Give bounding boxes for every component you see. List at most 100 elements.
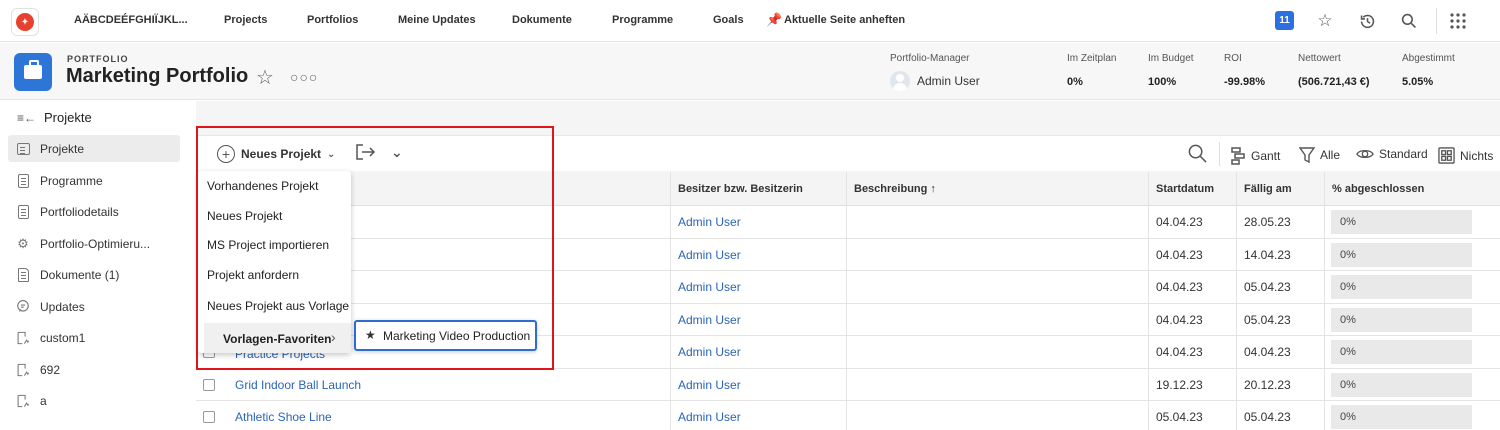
- row-due: 04.04.23: [1244, 345, 1291, 359]
- row-project-name[interactable]: Athletic Shoe Line: [235, 410, 332, 424]
- row-owner[interactable]: Admin User: [678, 345, 741, 359]
- sidebar-item-portfolio-details[interactable]: Portfoliodetails: [8, 198, 180, 225]
- new-project-label: Neues Projekt: [241, 147, 322, 161]
- grouping-icon: [1438, 147, 1455, 164]
- table-row[interactable]: Grid Indoor Ball Launch Admin User 19.12…: [196, 368, 1500, 401]
- row-percent-complete: 0%: [1331, 210, 1472, 234]
- row-owner[interactable]: Admin User: [678, 313, 741, 327]
- column-start-date[interactable]: Startdatum: [1156, 183, 1214, 195]
- row-owner[interactable]: Admin User: [678, 410, 741, 424]
- top-navigation: ✦ AÄBCDEÉFGHIÏJKL... Projects Portfolios…: [0, 0, 1500, 42]
- row-due: 05.04.23: [1244, 280, 1291, 294]
- chevron-down-icon: ⌄: [327, 148, 336, 160]
- row-start: 19.12.23: [1156, 377, 1203, 392]
- pin-current-page[interactable]: Aktuelle Seite anheften: [784, 14, 905, 26]
- column-description[interactable]: Beschreibung ↑: [854, 183, 936, 195]
- sidebar-item-projects[interactable]: Projekte: [8, 135, 180, 162]
- column-due-date[interactable]: Fällig am: [1244, 183, 1292, 195]
- row-percent-complete: 0%: [1331, 275, 1472, 299]
- row-percent-complete: 0%: [1331, 405, 1472, 429]
- sidebar-item-a[interactable]: a: [8, 387, 180, 414]
- manager-name[interactable]: Admin User: [917, 74, 980, 88]
- column-percent-complete[interactable]: % abgeschlossen: [1332, 183, 1424, 195]
- filter-button[interactable]: Alle: [1299, 147, 1340, 163]
- more-options-icon[interactable]: ○○○: [290, 69, 318, 85]
- stat-aligned-label: Abgestimmt: [1402, 53, 1455, 64]
- menu-item-import-ms-project[interactable]: MS Project importieren: [207, 238, 329, 252]
- export-icon: [356, 144, 376, 160]
- table-row[interactable]: Admin User 04.04.23 28.05.23 0%: [196, 206, 1500, 239]
- nav-portfolios[interactable]: Portfolios: [307, 14, 358, 26]
- menu-item-request-project[interactable]: Projekt anfordern: [207, 268, 299, 282]
- project-icon: [16, 141, 30, 157]
- row-project-name[interactable]: Grid Indoor Ball Launch: [235, 378, 361, 392]
- nav-goals[interactable]: Goals: [713, 14, 744, 26]
- stat-on-budget-value: 100%: [1148, 76, 1177, 88]
- sidebar-item-label: Programme: [40, 173, 103, 188]
- nav-my-updates[interactable]: Meine Updates: [398, 14, 476, 26]
- sidebar-item-updates[interactable]: Updates: [8, 293, 180, 320]
- export-button[interactable]: ⌄: [355, 143, 403, 161]
- stat-roi-value: -99.98%: [1224, 76, 1265, 88]
- row-percent-complete: 0%: [1331, 340, 1472, 364]
- sidebar-item-documents[interactable]: Dokumente (1): [8, 261, 180, 288]
- pin-icon: 📌: [766, 12, 783, 27]
- row-owner[interactable]: Admin User: [678, 280, 741, 294]
- favorite-star-icon[interactable]: ☆: [256, 65, 274, 90]
- file-icon: [16, 267, 30, 283]
- row-owner[interactable]: Admin User: [678, 378, 741, 392]
- row-due: 20.12.23: [1244, 377, 1291, 392]
- notification-badge[interactable]: 11: [1275, 11, 1294, 30]
- table-row[interactable]: Admin User 04.04.23 05.04.23 0%: [196, 271, 1500, 304]
- new-project-button[interactable]: + Neues Projekt ⌄: [217, 145, 335, 163]
- stat-net-value-value: (506.721,43 €): [1298, 76, 1370, 88]
- sidebar-item-692[interactable]: 692: [8, 356, 180, 383]
- menu-item-template-favorites[interactable]: Vorlagen-Favoriten ›: [204, 323, 351, 353]
- chevron-right-icon: ›: [331, 329, 336, 345]
- grouping-button[interactable]: Nichts: [1438, 147, 1493, 164]
- nav-projects[interactable]: Projects: [224, 14, 267, 26]
- row-start: 04.04.23: [1156, 215, 1203, 229]
- menu-item-project-from-template[interactable]: Neues Projekt aus Vorlage: [207, 299, 349, 313]
- template-marketing-video[interactable]: Marketing Video Production: [383, 329, 530, 343]
- view-label: Standard: [1379, 147, 1428, 161]
- page-title: Marketing Portfolio: [66, 65, 249, 87]
- sidebar-item-label: Dokumente (1): [40, 267, 120, 282]
- search-icon[interactable]: [1399, 11, 1419, 31]
- table-row[interactable]: Athletic Shoe Line Admin User 05.04.23 0…: [196, 401, 1500, 430]
- sidebar-item-label: Updates: [40, 299, 85, 314]
- column-owner[interactable]: Besitzer bzw. Besitzerin: [678, 183, 803, 195]
- row-checkbox[interactable]: [203, 411, 215, 423]
- add-icon: +: [217, 145, 235, 163]
- sidebar-item-label: Portfolio-Optimieru...: [40, 236, 151, 251]
- row-owner[interactable]: Admin User: [678, 248, 741, 262]
- row-start: 04.04.23: [1156, 280, 1203, 294]
- logo-mark-icon: ✦: [16, 13, 34, 31]
- star-icon[interactable]: ☆: [1315, 11, 1335, 31]
- document-icon: [16, 173, 30, 189]
- custom-form-icon: [16, 393, 30, 409]
- sidebar-item-programs[interactable]: Programme: [8, 167, 180, 194]
- stat-aligned-value: 5.05%: [1402, 76, 1434, 88]
- sidebar-item-portfolio-optimizer[interactable]: ⚙ Portfolio-Optimieru...: [8, 230, 180, 257]
- sidebar-collapse[interactable]: ≡← Projekte: [17, 110, 92, 125]
- row-checkbox[interactable]: [203, 378, 215, 391]
- view-button[interactable]: Standard: [1356, 147, 1428, 161]
- history-icon[interactable]: [1357, 11, 1377, 31]
- nav-programs[interactable]: Programme: [612, 14, 673, 26]
- menu-item-new-project[interactable]: Neues Projekt: [207, 209, 282, 223]
- app-logo[interactable]: ✦: [11, 8, 39, 36]
- brand-name[interactable]: AÄBCDEÉFGHIÏJKL...: [74, 14, 188, 26]
- row-owner[interactable]: Admin User: [678, 215, 741, 229]
- sidebar-item-custom1[interactable]: custom1: [8, 324, 180, 351]
- menu-item-existing-project[interactable]: Vorhandenes Projekt: [207, 179, 318, 193]
- search-icon[interactable]: [1188, 144, 1207, 168]
- table-row[interactable]: Admin User 04.04.23 14.04.23 0%: [196, 238, 1500, 271]
- nav-documents[interactable]: Dokumente: [512, 14, 572, 26]
- row-due: 05.04.23: [1244, 312, 1291, 327]
- template-favorites-submenu[interactable]: ★ Marketing Video Production: [354, 320, 537, 351]
- stat-on-time-value: 0%: [1067, 76, 1083, 88]
- portfolio-header: PORTFOLIO Marketing Portfolio ☆ ○○○ Port…: [0, 43, 1500, 100]
- gantt-button[interactable]: Gantt: [1230, 147, 1280, 165]
- grid-menu-icon[interactable]: [1448, 11, 1468, 31]
